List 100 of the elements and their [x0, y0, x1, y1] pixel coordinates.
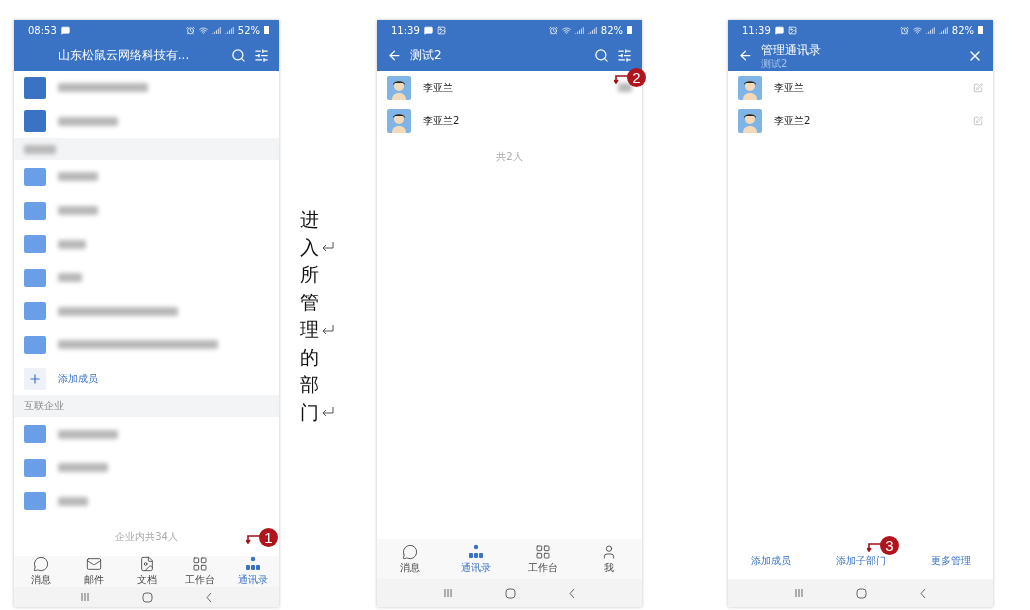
- blurred-text: [58, 116, 118, 126]
- action-link[interactable]: 更多管理: [928, 552, 973, 570]
- add-icon[interactable]: [24, 367, 46, 390]
- add-member-link[interactable]: 添加成员: [58, 371, 98, 386]
- member-count: 共2人: [496, 150, 523, 165]
- blurred-text: [58, 172, 98, 182]
- chat-icon: [402, 543, 419, 560]
- return-mark-icon: [321, 406, 335, 419]
- nav-tab[interactable]: 消息: [377, 543, 444, 575]
- alarm-icon: [899, 25, 909, 35]
- return-mark-icon: [321, 241, 335, 254]
- home-icon[interactable]: [856, 587, 867, 599]
- action-link[interactable]: 添加子部门: [833, 552, 888, 570]
- nav-tab[interactable]: 通讯录: [226, 556, 279, 588]
- filter-icon[interactable]: [254, 48, 269, 63]
- nav-tab[interactable]: 通讯录: [443, 543, 510, 575]
- nav-tab[interactable]: 邮件: [67, 556, 120, 588]
- back-icon[interactable]: [919, 587, 927, 599]
- return-mark-icon: [321, 323, 335, 336]
- contact-name: 李亚兰: [423, 80, 454, 95]
- folder-icon: [24, 235, 46, 254]
- alarm-icon: [548, 25, 558, 35]
- contact-name: 李亚兰2: [774, 114, 812, 129]
- avatar-drawing: [387, 75, 411, 100]
- filter-icon[interactable]: [617, 48, 632, 63]
- pointer-arrow: [867, 542, 881, 552]
- step-number: 3: [880, 536, 899, 555]
- avatar-drawing: [738, 109, 762, 134]
- header-title: 山东松鼠云网络科技有...: [56, 47, 191, 64]
- battery-percent: 82%: [600, 24, 623, 36]
- wifi-icon: [561, 25, 571, 35]
- header-title: 管理通讯录: [761, 42, 822, 59]
- pointer-arrow: [614, 74, 628, 84]
- blurred-text: [58, 206, 98, 216]
- signal-icon: [574, 25, 584, 35]
- nav-tab[interactable]: 我: [575, 543, 642, 575]
- folder-icon: [24, 458, 46, 477]
- folder-icon: [24, 425, 46, 444]
- back-icon[interactable]: [205, 591, 213, 603]
- section-title: 互联企业: [24, 399, 64, 414]
- alarm-icon: [185, 25, 195, 35]
- nav-tab[interactable]: 消息: [14, 556, 67, 588]
- blurred-text: [58, 239, 86, 249]
- document-icon: [138, 556, 155, 573]
- step-number: 2: [627, 68, 646, 87]
- unit-icon: [24, 110, 46, 133]
- battery-icon: [978, 26, 983, 34]
- message-icon: [60, 25, 70, 35]
- home-icon[interactable]: [142, 591, 153, 603]
- battery-icon: [264, 26, 269, 34]
- signal-icon: [587, 25, 597, 35]
- message-icon: [774, 25, 784, 35]
- home-icon[interactable]: [505, 587, 516, 599]
- blurred-text: [618, 83, 632, 93]
- folder-icon: [24, 201, 46, 220]
- folder-icon: [24, 168, 46, 186]
- blurred-text: [58, 463, 108, 473]
- signal-icon: [938, 25, 948, 35]
- folder-icon: [24, 302, 46, 321]
- grid-icon: [534, 543, 551, 560]
- battery-icon: [627, 26, 632, 34]
- grid-icon: [191, 556, 208, 573]
- caption-text: 进入所管理的部门: [300, 208, 319, 425]
- mail-icon: [85, 556, 102, 573]
- nav-tab[interactable]: 文档: [120, 556, 173, 588]
- step-number: 1: [259, 528, 278, 547]
- action-link[interactable]: 添加成员: [748, 552, 793, 570]
- nav-tab[interactable]: 工作台: [509, 543, 576, 575]
- status-time: 11:39: [742, 24, 771, 36]
- folder-icon: [24, 492, 46, 511]
- contact-name: 李亚兰2: [423, 114, 461, 129]
- chat-icon: [32, 556, 49, 573]
- contact-name: 李亚兰: [774, 80, 805, 95]
- header-subtitle: 测试2: [761, 59, 789, 69]
- image-icon: [787, 25, 797, 35]
- signal-icon: [224, 25, 234, 35]
- nav-tab[interactable]: 工作台: [173, 556, 226, 588]
- battery-percent: 52%: [237, 24, 260, 36]
- status-time: 11:39: [391, 24, 420, 36]
- org-chart-icon: [244, 556, 261, 573]
- member-count: 企业内共34人: [115, 530, 178, 545]
- pointer-arrow: [246, 534, 260, 544]
- image-icon: [436, 25, 446, 35]
- signal-icon: [925, 25, 935, 35]
- message-icon: [423, 25, 433, 35]
- blurred-text: [58, 496, 88, 506]
- search-icon[interactable]: [231, 48, 246, 63]
- blurred-text: [58, 429, 118, 439]
- folder-icon: [24, 335, 46, 354]
- avatar-drawing: [738, 75, 762, 100]
- unit-icon: [24, 76, 46, 99]
- wifi-icon: [198, 25, 208, 35]
- header-title: 测试2: [410, 47, 443, 64]
- org-chart-icon: [468, 543, 485, 560]
- signal-icon: [211, 25, 221, 35]
- folder-icon: [24, 268, 46, 287]
- search-icon[interactable]: [594, 48, 609, 63]
- blurred-text: [58, 273, 82, 283]
- avatar-drawing: [387, 109, 411, 134]
- back-icon[interactable]: [568, 587, 576, 599]
